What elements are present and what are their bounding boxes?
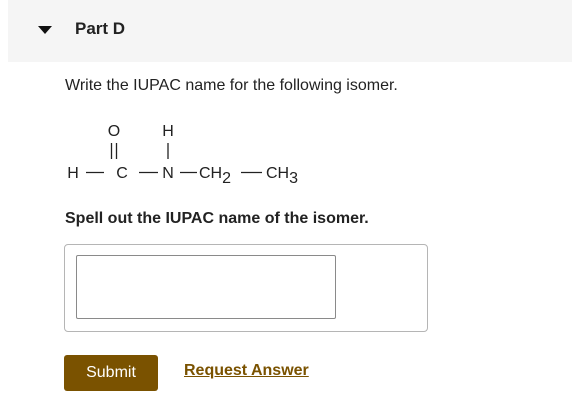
atom-h-left: H: [67, 165, 79, 182]
atom-c: C: [116, 165, 128, 182]
instruction-text: Spell out the IUPAC name of the isomer.: [65, 210, 369, 227]
atom-ch2: CH2: [199, 165, 231, 187]
answer-frame: [64, 244, 428, 332]
atom-o: O: [108, 123, 120, 140]
part-title: Part D: [75, 19, 126, 38]
molecule-structure: O H H C N CH2 CH3: [67, 123, 298, 187]
caret-down-icon[interactable]: [38, 26, 52, 34]
atom-h-top: H: [162, 123, 174, 140]
atom-ch3: CH3: [266, 165, 298, 187]
part-d-panel: Part D Write the IUPAC name for the foll…: [0, 0, 572, 414]
question-prompt: Write the IUPAC name for the following i…: [65, 77, 398, 94]
atom-n: N: [162, 165, 174, 182]
submit-button[interactable]: Submit: [64, 355, 158, 391]
answer-input[interactable]: [76, 255, 336, 319]
part-header[interactable]: Part D: [8, 0, 572, 62]
request-answer-link[interactable]: Request Answer: [184, 362, 309, 380]
